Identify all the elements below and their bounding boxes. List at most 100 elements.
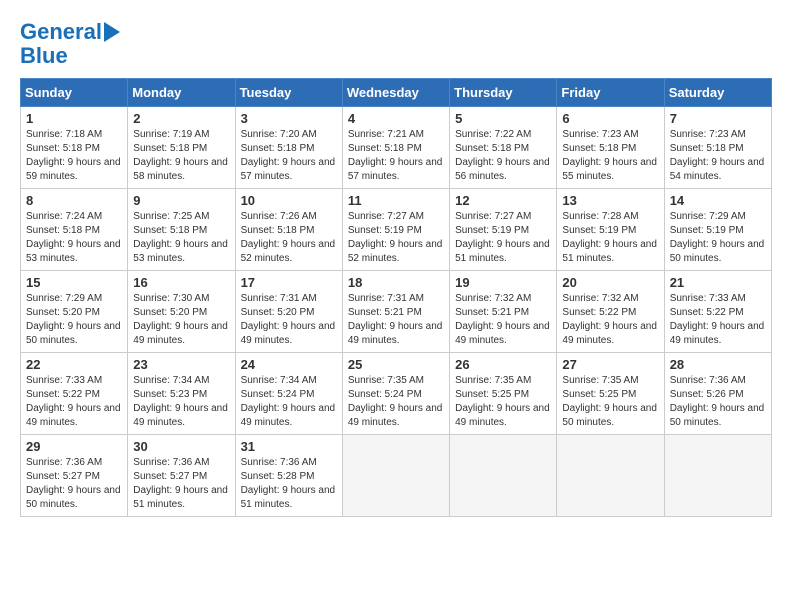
calendar-cell: 26 Sunrise: 7:35 AMSunset: 5:25 PMDayligh… [450, 353, 557, 435]
logo-arrow-icon [104, 22, 120, 42]
calendar-cell: 20 Sunrise: 7:32 AMSunset: 5:22 PMDayligh… [557, 271, 664, 353]
day-info: Sunrise: 7:26 AMSunset: 5:18 PMDaylight:… [241, 211, 336, 264]
day-number: 9 [133, 193, 229, 208]
day-number: 15 [26, 275, 122, 290]
day-number: 23 [133, 357, 229, 372]
day-number: 16 [133, 275, 229, 290]
calendar-cell: 22 Sunrise: 7:33 AMSunset: 5:22 PMDayligh… [21, 353, 128, 435]
day-number: 25 [348, 357, 444, 372]
calendar-cell: 30 Sunrise: 7:36 AMSunset: 5:27 PMDayligh… [128, 435, 235, 517]
day-number: 22 [26, 357, 122, 372]
day-info: Sunrise: 7:30 AMSunset: 5:20 PMDaylight:… [133, 293, 228, 346]
day-info: Sunrise: 7:36 AMSunset: 5:28 PMDaylight:… [241, 457, 336, 510]
day-number: 17 [241, 275, 337, 290]
calendar-cell: 21 Sunrise: 7:33 AMSunset: 5:22 PMDayligh… [664, 271, 771, 353]
calendar-week-row: 8Sunrise: 7:24 AMSunset: 5:18 PMDaylight… [21, 189, 772, 271]
day-info: Sunrise: 7:33 AMSunset: 5:22 PMDaylight:… [26, 375, 121, 428]
calendar-cell: 8Sunrise: 7:24 AMSunset: 5:18 PMDaylight… [21, 189, 128, 271]
day-number: 26 [455, 357, 551, 372]
calendar-cell: 23 Sunrise: 7:34 AMSunset: 5:23 PMDayligh… [128, 353, 235, 435]
day-info: Sunrise: 7:33 AMSunset: 5:22 PMDaylight:… [670, 293, 765, 346]
day-info: Sunrise: 7:32 AMSunset: 5:21 PMDaylight:… [455, 293, 550, 346]
calendar-cell: 5Sunrise: 7:22 AMSunset: 5:18 PMDaylight… [450, 107, 557, 189]
day-number: 10 [241, 193, 337, 208]
day-info: Sunrise: 7:36 AMSunset: 5:27 PMDaylight:… [26, 457, 121, 510]
weekday-header-saturday: Saturday [664, 79, 771, 107]
logo: General Blue [20, 20, 120, 68]
day-info: Sunrise: 7:35 AMSunset: 5:24 PMDaylight:… [348, 375, 443, 428]
calendar-cell: 12Sunrise: 7:27 AMSunset: 5:19 PMDayligh… [450, 189, 557, 271]
logo-text: General [20, 20, 102, 44]
day-number: 8 [26, 193, 122, 208]
day-number: 21 [670, 275, 766, 290]
calendar-cell: 9Sunrise: 7:25 AMSunset: 5:18 PMDaylight… [128, 189, 235, 271]
day-info: Sunrise: 7:32 AMSunset: 5:22 PMDaylight:… [562, 293, 657, 346]
day-info: Sunrise: 7:22 AMSunset: 5:18 PMDaylight:… [455, 129, 550, 182]
calendar-cell: 28 Sunrise: 7:36 AMSunset: 5:26 PMDayligh… [664, 353, 771, 435]
day-info: Sunrise: 7:35 AMSunset: 5:25 PMDaylight:… [455, 375, 550, 428]
day-info: Sunrise: 7:28 AMSunset: 5:19 PMDaylight:… [562, 211, 657, 264]
day-number: 20 [562, 275, 658, 290]
day-info: Sunrise: 7:23 AMSunset: 5:18 PMDaylight:… [670, 129, 765, 182]
calendar-table: SundayMondayTuesdayWednesdayThursdayFrid… [20, 78, 772, 517]
calendar-cell [450, 435, 557, 517]
day-info: Sunrise: 7:35 AMSunset: 5:25 PMDaylight:… [562, 375, 657, 428]
day-info: Sunrise: 7:34 AMSunset: 5:23 PMDaylight:… [133, 375, 228, 428]
calendar-cell: 2 Sunrise: 7:19 AMSunset: 5:18 PMDaylight… [128, 107, 235, 189]
day-info: Sunrise: 7:36 AMSunset: 5:27 PMDaylight:… [133, 457, 228, 510]
day-info: Sunrise: 7:34 AMSunset: 5:24 PMDaylight:… [241, 375, 336, 428]
calendar-cell: 14 Sunrise: 7:29 AMSunset: 5:19 PMDayligh… [664, 189, 771, 271]
calendar-week-row: 1Sunrise: 7:18 AMSunset: 5:18 PMDaylight… [21, 107, 772, 189]
day-info: Sunrise: 7:18 AMSunset: 5:18 PMDaylight:… [26, 129, 121, 182]
calendar-cell [342, 435, 449, 517]
day-info: Sunrise: 7:36 AMSunset: 5:26 PMDaylight:… [670, 375, 765, 428]
calendar-cell: 24 Sunrise: 7:34 AMSunset: 5:24 PMDayligh… [235, 353, 342, 435]
calendar-week-row: 29 Sunrise: 7:36 AMSunset: 5:27 PMDayligh… [21, 435, 772, 517]
day-number: 27 [562, 357, 658, 372]
calendar-week-row: 15Sunrise: 7:29 AMSunset: 5:20 PMDayligh… [21, 271, 772, 353]
calendar-cell [557, 435, 664, 517]
calendar-cell: 15Sunrise: 7:29 AMSunset: 5:20 PMDayligh… [21, 271, 128, 353]
calendar-cell: 13 Sunrise: 7:28 AMSunset: 5:19 PMDayligh… [557, 189, 664, 271]
day-number: 14 [670, 193, 766, 208]
weekday-header-thursday: Thursday [450, 79, 557, 107]
day-number: 30 [133, 439, 229, 454]
day-info: Sunrise: 7:20 AMSunset: 5:18 PMDaylight:… [241, 129, 336, 182]
calendar-cell: 11 Sunrise: 7:27 AMSunset: 5:19 PMDayligh… [342, 189, 449, 271]
calendar-week-row: 22 Sunrise: 7:33 AMSunset: 5:22 PMDayligh… [21, 353, 772, 435]
day-number: 12 [455, 193, 551, 208]
day-number: 18 [348, 275, 444, 290]
calendar-cell: 7 Sunrise: 7:23 AMSunset: 5:18 PMDaylight… [664, 107, 771, 189]
day-info: Sunrise: 7:31 AMSunset: 5:20 PMDaylight:… [241, 293, 336, 346]
day-number: 4 [348, 111, 444, 126]
weekday-header-wednesday: Wednesday [342, 79, 449, 107]
day-number: 3 [241, 111, 337, 126]
calendar-cell: 16 Sunrise: 7:30 AMSunset: 5:20 PMDayligh… [128, 271, 235, 353]
day-number: 11 [348, 193, 444, 208]
day-number: 24 [241, 357, 337, 372]
day-number: 29 [26, 439, 122, 454]
day-number: 28 [670, 357, 766, 372]
calendar-cell [664, 435, 771, 517]
weekday-header-row: SundayMondayTuesdayWednesdayThursdayFrid… [21, 79, 772, 107]
calendar-cell: 1Sunrise: 7:18 AMSunset: 5:18 PMDaylight… [21, 107, 128, 189]
calendar-cell: 19Sunrise: 7:32 AMSunset: 5:21 PMDayligh… [450, 271, 557, 353]
calendar-cell: 29 Sunrise: 7:36 AMSunset: 5:27 PMDayligh… [21, 435, 128, 517]
day-info: Sunrise: 7:19 AMSunset: 5:18 PMDaylight:… [133, 129, 228, 182]
calendar-cell: 31Sunrise: 7:36 AMSunset: 5:28 PMDayligh… [235, 435, 342, 517]
day-number: 2 [133, 111, 229, 126]
day-info: Sunrise: 7:29 AMSunset: 5:19 PMDaylight:… [670, 211, 765, 264]
weekday-header-tuesday: Tuesday [235, 79, 342, 107]
day-info: Sunrise: 7:21 AMSunset: 5:18 PMDaylight:… [348, 129, 443, 182]
header: General Blue [20, 20, 772, 68]
day-number: 7 [670, 111, 766, 126]
weekday-header-sunday: Sunday [21, 79, 128, 107]
day-info: Sunrise: 7:27 AMSunset: 5:19 PMDaylight:… [348, 211, 443, 264]
day-number: 6 [562, 111, 658, 126]
calendar-cell: 18Sunrise: 7:31 AMSunset: 5:21 PMDayligh… [342, 271, 449, 353]
weekday-header-monday: Monday [128, 79, 235, 107]
calendar-cell: 6Sunrise: 7:23 AMSunset: 5:18 PMDaylight… [557, 107, 664, 189]
day-number: 13 [562, 193, 658, 208]
calendar-cell: 17 Sunrise: 7:31 AMSunset: 5:20 PMDayligh… [235, 271, 342, 353]
weekday-header-friday: Friday [557, 79, 664, 107]
